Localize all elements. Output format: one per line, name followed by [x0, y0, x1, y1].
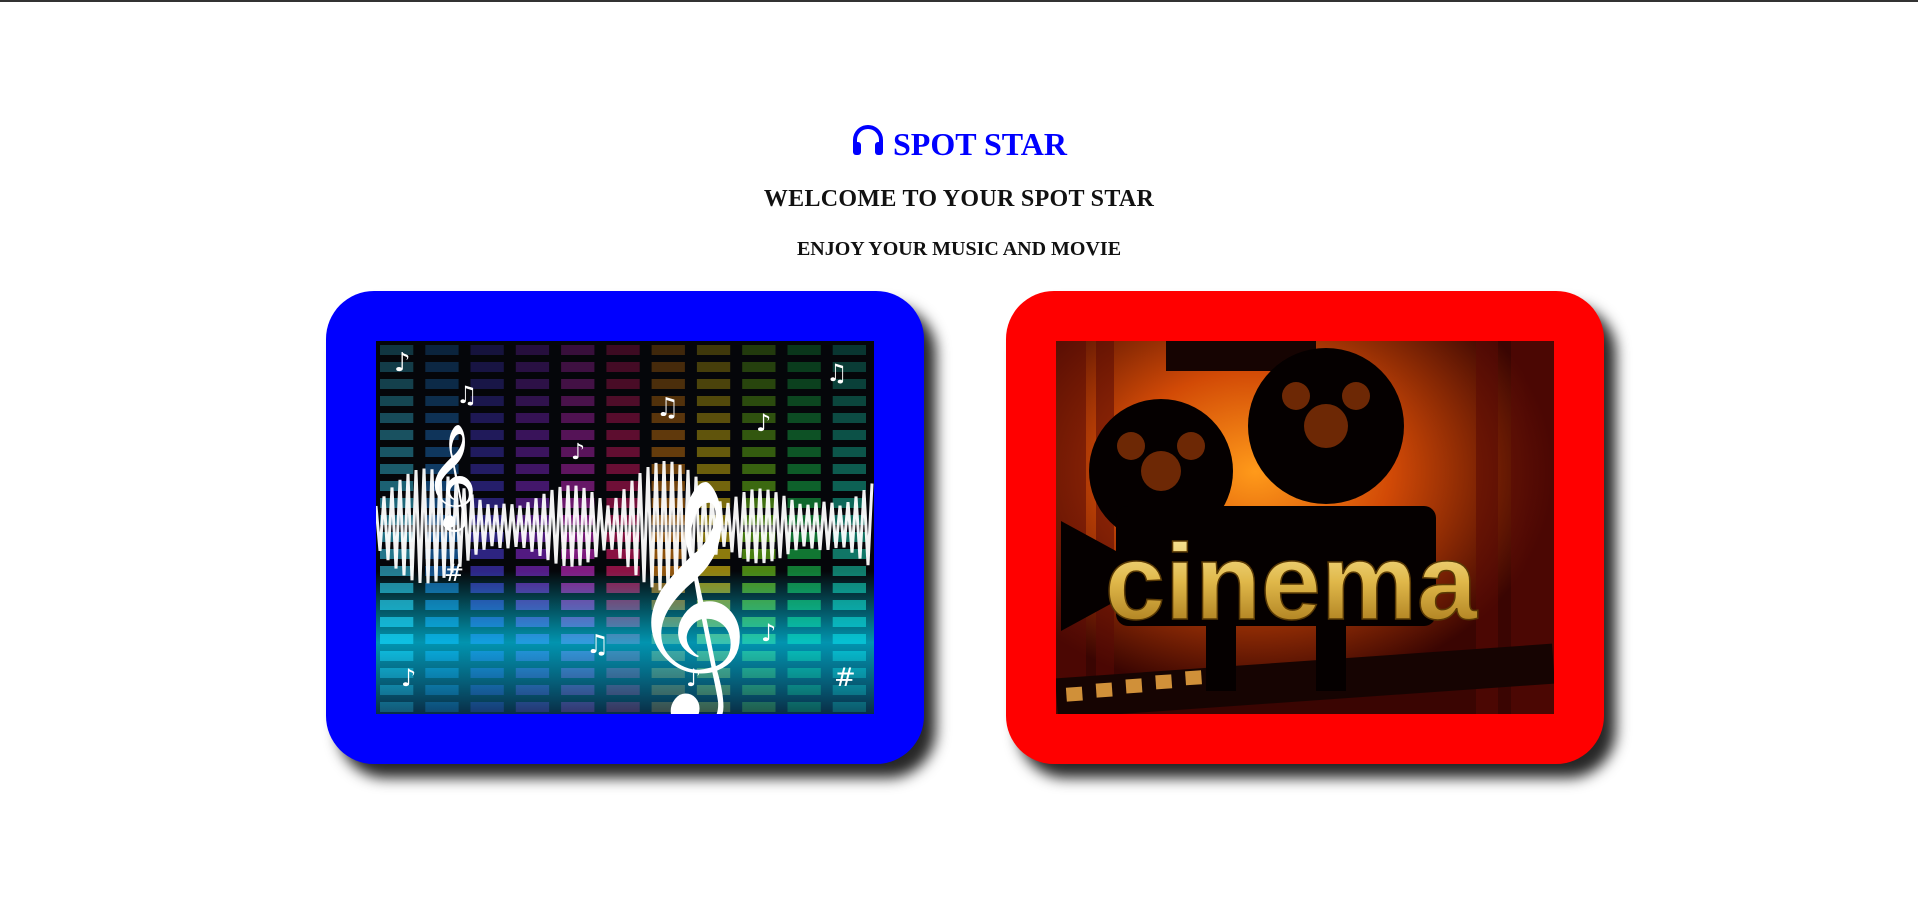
- svg-text:♪: ♪: [761, 619, 776, 647]
- svg-text:#: #: [834, 663, 856, 693]
- cinema-projector-image: cinema: [1056, 341, 1554, 714]
- svg-text:♪: ♪: [401, 664, 416, 692]
- svg-text:♫: ♫: [456, 381, 478, 409]
- movie-card[interactable]: cinema: [1006, 291, 1604, 764]
- svg-text:♫: ♫: [586, 630, 609, 660]
- svg-text:#: #: [444, 559, 464, 587]
- svg-text:♪: ♪: [394, 348, 411, 378]
- music-equalizer-image: 𝄞 𝄞 ♪ ♫ ♫ ♪ ♪ ♫ # ♫ ♪ ♪ ♪ #: [376, 341, 874, 714]
- brand-header: SPOT STAR: [0, 124, 1918, 164]
- svg-text:♪: ♪: [686, 664, 701, 692]
- svg-text:♪: ♪: [756, 409, 771, 437]
- music-card[interactable]: 𝄞 𝄞 ♪ ♫ ♫ ♪ ♪ ♫ # ♫ ♪ ♪ ♪ #: [326, 291, 924, 764]
- svg-text:♫: ♫: [826, 359, 848, 387]
- brand-title: SPOT STAR: [893, 125, 1067, 162]
- svg-text:♪: ♪: [571, 440, 585, 465]
- svg-text:♫: ♫: [656, 393, 679, 423]
- svg-text:𝄞: 𝄞: [424, 423, 477, 532]
- cinema-image-text: cinema: [1105, 521, 1478, 642]
- tagline-heading: ENJOY YOUR MUSIC AND MOVIE: [796, 238, 1122, 260]
- headphones-icon: [851, 124, 885, 164]
- welcome-heading: WELCOME TO YOUR SPOT STAR: [763, 186, 1155, 212]
